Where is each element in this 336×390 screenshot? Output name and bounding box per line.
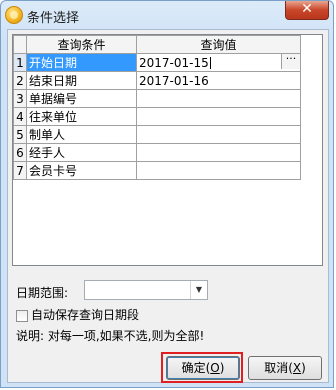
column-header-condition[interactable]: 查询条件 xyxy=(26,35,137,54)
condition-dialog: 条件选择 ✕ 查询条件 查询值 1 开始日期 2017-01-15 ··· 2 xyxy=(0,0,334,388)
condition-cell[interactable]: 单据编号 xyxy=(26,89,137,108)
table-row[interactable]: 3 单据编号 xyxy=(13,89,301,108)
condition-table: 查询条件 查询值 1 开始日期 2017-01-15 ··· 2 结束日期 201… xyxy=(13,35,301,180)
table-row[interactable]: 5 制单人 xyxy=(13,125,301,144)
row-index: 7 xyxy=(13,161,27,180)
ellipsis-button[interactable]: ··· xyxy=(281,54,300,69)
value-cell[interactable] xyxy=(136,125,301,144)
table-row[interactable]: 7 会员卡号 xyxy=(13,161,301,180)
row-index-header xyxy=(13,35,27,54)
ok-button[interactable]: 确定(O) xyxy=(166,356,240,380)
table-row[interactable]: 4 往来单位 xyxy=(13,107,301,126)
chevron-down-icon[interactable]: ▼ xyxy=(190,281,207,299)
close-icon: ✕ xyxy=(301,1,313,17)
value-cell[interactable] xyxy=(136,107,301,126)
row-index: 1 xyxy=(13,53,27,72)
ok-accelerator: O xyxy=(210,361,220,375)
column-header-value[interactable]: 查询值 xyxy=(136,35,301,54)
row-index: 6 xyxy=(13,143,27,162)
value-cell[interactable] xyxy=(136,161,301,180)
condition-cell[interactable]: 制单人 xyxy=(26,125,137,144)
title-bar[interactable]: 条件选择 ✕ xyxy=(1,1,333,29)
value-text: 2017-01-15 xyxy=(139,55,209,70)
condition-cell[interactable]: 结束日期 xyxy=(26,71,137,90)
cancel-button[interactable]: 取消(X) xyxy=(248,356,322,380)
auto-save-checkbox[interactable] xyxy=(16,309,28,322)
row-index: 5 xyxy=(13,125,27,144)
date-range-label: 日期范围: xyxy=(16,286,69,300)
value-cell-editing[interactable]: 2017-01-15 ··· xyxy=(136,53,301,72)
condition-cell[interactable]: 往来单位 xyxy=(26,107,137,126)
value-cell[interactable] xyxy=(136,89,301,108)
date-range-select[interactable]: ▼ xyxy=(84,280,208,300)
cancel-label: 取消 xyxy=(264,361,289,375)
condition-cell[interactable]: 经手人 xyxy=(26,143,137,162)
row-index: 2 xyxy=(13,71,27,90)
window-title: 条件选择 xyxy=(27,11,80,26)
condition-cell[interactable]: 开始日期 xyxy=(26,53,137,72)
hint-text: 说明: 对每一项,如果不选,则为全部! xyxy=(16,329,205,343)
row-index: 4 xyxy=(13,107,27,126)
row-index: 3 xyxy=(13,89,27,108)
auto-save-label[interactable]: 自动保存查询日期段 xyxy=(31,308,139,322)
condition-cell[interactable]: 会员卡号 xyxy=(26,161,137,180)
condition-grid[interactable]: 查询条件 查询值 1 开始日期 2017-01-15 ··· 2 结束日期 201… xyxy=(12,34,323,266)
table-row[interactable]: 1 开始日期 2017-01-15 ··· xyxy=(13,53,301,72)
close-button[interactable]: ✕ xyxy=(285,1,329,20)
cancel-accelerator: X xyxy=(292,361,302,375)
grid-header-row: 查询条件 查询值 xyxy=(13,35,301,54)
dialog-body: 查询条件 查询值 1 开始日期 2017-01-15 ··· 2 结束日期 201… xyxy=(7,29,329,383)
ok-label: 确定 xyxy=(181,361,206,375)
value-cell[interactable]: 2017-01-16 xyxy=(136,71,301,90)
value-cell[interactable] xyxy=(136,143,301,162)
auto-save-option[interactable]: 自动保存查询日期段 xyxy=(16,306,139,323)
table-row[interactable]: 2 结束日期 2017-01-16 xyxy=(13,71,301,90)
table-row[interactable]: 6 经手人 xyxy=(13,143,301,162)
text-caret xyxy=(209,57,211,69)
app-coin-icon xyxy=(5,6,23,24)
